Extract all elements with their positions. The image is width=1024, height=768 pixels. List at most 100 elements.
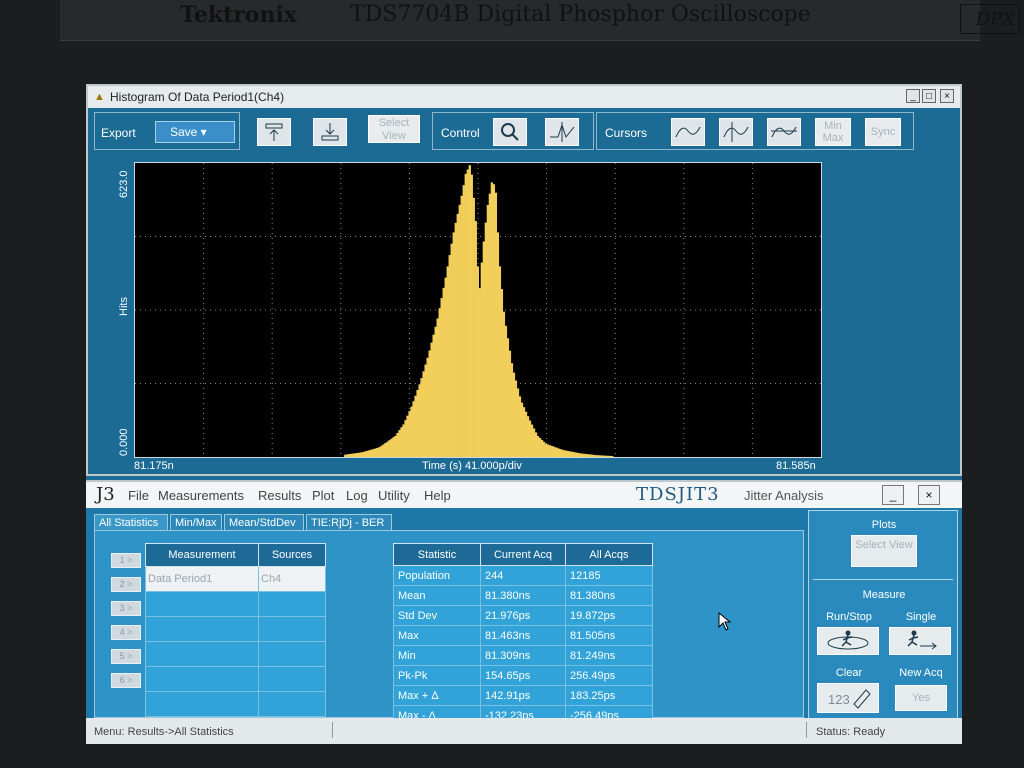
histogram-bar xyxy=(502,311,506,457)
histogram-bar xyxy=(390,438,393,457)
histogram-bar xyxy=(538,438,542,457)
histogram-bar xyxy=(518,396,522,457)
app-name: TDSJIT3 xyxy=(636,484,720,505)
histogram-bar xyxy=(376,447,379,457)
row-button-5[interactable]: 5 > xyxy=(111,649,141,664)
run-stop-button[interactable] xyxy=(817,627,879,655)
histogram-bar xyxy=(500,289,504,457)
histogram-bar xyxy=(474,221,477,457)
export-down-icon[interactable] xyxy=(313,118,347,146)
table-row[interactable] xyxy=(145,691,326,717)
single-label: Single xyxy=(905,611,937,623)
statistic-cell: Max xyxy=(393,625,481,646)
table-row[interactable] xyxy=(145,641,326,667)
select-view-button[interactable]: Select View xyxy=(368,115,420,143)
histogram-window: ▲ Histogram Of Data Period1(Ch4) _ □ × E… xyxy=(86,84,962,476)
row-button-3[interactable]: 3 > xyxy=(111,601,141,616)
cursor-wave-3-icon[interactable] xyxy=(767,118,801,146)
source-cell xyxy=(258,666,326,692)
app-subtitle: Jitter Analysis xyxy=(744,488,824,503)
histogram-bar xyxy=(450,243,453,457)
table-row[interactable] xyxy=(145,591,326,617)
jitter-close-button[interactable]: × xyxy=(918,485,940,505)
table-row[interactable] xyxy=(145,666,326,692)
current-cell: 81.380ns xyxy=(480,585,566,606)
statistic-cell: Max + Δ xyxy=(393,685,481,706)
table-row: Min 81.309ns 81.249ns xyxy=(393,645,653,666)
histogram-bar xyxy=(484,222,488,457)
jitter-window: J3 File Measurements Results Plot Log Ut… xyxy=(86,480,962,744)
histogram-bar xyxy=(522,407,526,457)
waveform-control-icon[interactable] xyxy=(545,118,579,146)
menu-utility[interactable]: Utility xyxy=(378,488,410,503)
single-button[interactable] xyxy=(889,627,951,655)
histogram-bar xyxy=(508,350,512,457)
histogram-bar xyxy=(416,389,419,457)
cursor-wave-2-icon[interactable] xyxy=(719,118,753,146)
cursors-group: Cursors Min Max Sync xyxy=(596,112,914,150)
histogram-bar xyxy=(514,380,518,457)
sync-button[interactable]: Sync xyxy=(865,118,901,146)
histogram-bar xyxy=(480,262,483,457)
maximize-button[interactable]: □ xyxy=(922,89,936,103)
row-button-1[interactable]: 1 > xyxy=(111,553,141,568)
all-cell: 81.505ns xyxy=(565,625,653,646)
histogram-bar xyxy=(436,318,439,457)
source-cell xyxy=(258,691,326,717)
histogram-bar xyxy=(478,288,481,457)
histogram-bar xyxy=(456,213,459,457)
clear-button[interactable]: 123 xyxy=(817,683,879,713)
histogram-bar xyxy=(426,357,429,457)
control-group: Control xyxy=(432,112,594,150)
plots-select-view-button[interactable]: Select View xyxy=(851,535,917,567)
menu-plot[interactable]: Plot xyxy=(312,488,334,503)
menu-results[interactable]: Results xyxy=(258,488,301,503)
histogram-bar xyxy=(396,432,399,457)
minmax-button[interactable]: Min Max xyxy=(815,118,851,146)
histogram-bar xyxy=(452,232,455,457)
all-cell: 256.49ps xyxy=(565,665,653,686)
histogram-bar xyxy=(569,451,572,457)
row-button-2[interactable]: 2 > xyxy=(111,577,141,592)
histogram-bar xyxy=(358,452,361,457)
histogram-bar xyxy=(532,428,536,457)
menu-help[interactable]: Help xyxy=(424,488,451,503)
histogram-bar xyxy=(350,453,353,457)
menu-log[interactable]: Log xyxy=(346,488,368,503)
histogram-bar xyxy=(536,436,540,457)
row-button-6[interactable]: 6 > xyxy=(111,673,141,688)
all-statistics-panel: 1 > 2 > 3 > 4 > 5 > 6 > Measurement Sour… xyxy=(94,530,804,726)
close-button[interactable]: × xyxy=(940,89,954,103)
scope-bezel: Tektronix TDS7704B Digital Phosphor Osci… xyxy=(60,0,1020,41)
cursor-wave-1-icon[interactable] xyxy=(671,118,705,146)
export-label: Export xyxy=(101,126,136,140)
export-up-icon[interactable] xyxy=(257,118,291,146)
measurement-cell xyxy=(145,641,259,667)
histogram-bar xyxy=(362,451,365,457)
jitter-minimize-button[interactable]: _ xyxy=(882,485,904,505)
table-row[interactable] xyxy=(145,616,326,642)
histogram-bar xyxy=(526,416,530,457)
histogram-bar xyxy=(506,338,510,457)
histogram-bar xyxy=(460,195,463,457)
histogram-bar xyxy=(434,326,437,457)
histogram-svg xyxy=(135,163,821,457)
histogram-bar xyxy=(548,445,552,457)
status-bar: Menu: Results->All Statistics Status: Re… xyxy=(86,718,962,744)
table-row[interactable]: Data Period1 Ch4 xyxy=(145,566,326,592)
new-acq-yes-button[interactable]: Yes xyxy=(895,685,947,711)
save-dropdown[interactable]: Save ▾ xyxy=(155,121,235,143)
status-text: Status: Ready xyxy=(816,726,886,738)
histogram-bar xyxy=(552,446,556,457)
source-cell xyxy=(258,616,326,642)
row-button-4[interactable]: 4 > xyxy=(111,625,141,640)
eraser-icon: 123 xyxy=(828,689,871,709)
measurement-cell: Data Period1 xyxy=(145,566,259,592)
menu-measurements[interactable]: Measurements xyxy=(158,488,244,503)
minimize-button[interactable]: _ xyxy=(906,89,920,103)
histogram-bar xyxy=(408,411,411,457)
histogram-bar xyxy=(400,427,403,457)
histogram-bar xyxy=(366,450,369,457)
menu-file[interactable]: File xyxy=(128,488,149,503)
zoom-magnifier-icon[interactable] xyxy=(493,118,527,146)
